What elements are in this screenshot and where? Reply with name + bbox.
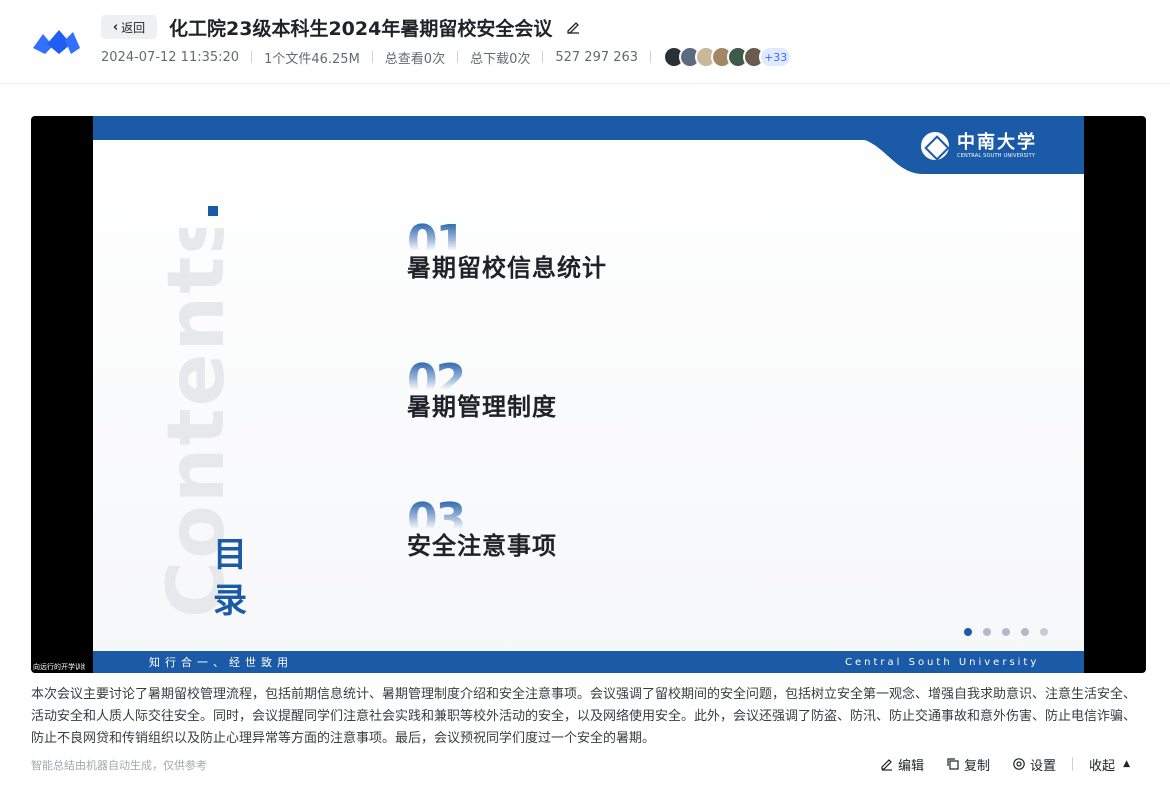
- settings-button[interactable]: 设置: [1012, 755, 1056, 774]
- chevron-left-icon: ‹: [112, 19, 119, 35]
- toc-text: 暑期管理制度: [407, 393, 557, 421]
- university-emblem-icon: [919, 130, 951, 162]
- divider: [371, 51, 373, 63]
- copy-label: 复制: [964, 758, 991, 774]
- meta-downloads: 总下载0次: [470, 51, 531, 67]
- university-logo: 中南大学 CENTRAL SOUTH UNIVERSITY: [919, 128, 1049, 164]
- university-name-cn: 中南大学: [957, 131, 1037, 153]
- divider: [1072, 757, 1074, 771]
- back-button[interactable]: ‹ 返回: [101, 15, 157, 39]
- header: ‹ 返回 化工院23级本科生2024年暑期留校安全会议 2024-07-12 1…: [0, 0, 1170, 84]
- pagination-dot: [1021, 628, 1029, 636]
- slide-pagination: [964, 628, 1048, 636]
- back-button-label: 返回: [121, 20, 146, 35]
- meta-files: 1个文件46.25M: [264, 51, 360, 67]
- edit-title-icon[interactable]: [565, 19, 581, 35]
- meta-views: 总查看0次: [384, 51, 446, 67]
- divider: [542, 51, 544, 63]
- copy-button[interactable]: 复制: [946, 755, 990, 774]
- video-player[interactable]: 中南大学 CENTRAL SOUTH UNIVERSITY Contents 目…: [31, 116, 1146, 673]
- collapse-button[interactable]: 收起 ▲: [1089, 755, 1130, 774]
- ai-summary-text: 本次会议主要讨论了暑期留校管理流程，包括前期信息统计、暑期管理制度介绍和安全注意…: [31, 687, 1137, 746]
- settings-label: 设置: [1030, 758, 1057, 774]
- slide-motto: 知行合一、经世致用: [149, 656, 293, 669]
- slide-heading-mulu: 目录: [213, 535, 247, 621]
- pagination-dot: [1040, 628, 1048, 636]
- more-viewers-badge[interactable]: +33: [759, 46, 793, 68]
- meta-datetime: 2024-07-12 11:35:20: [101, 49, 240, 65]
- slide-bottom-band: 知行合一、经世致用 Central South University: [93, 651, 1084, 673]
- toc-text: 安全注意事项: [407, 532, 557, 560]
- gear-icon: [1013, 758, 1025, 770]
- summary-disclaimer: 智能总结由机器自动生成，仅供参考: [31, 759, 207, 772]
- copy-icon: [947, 758, 959, 770]
- pencil-icon: [881, 759, 892, 771]
- collapse-label: 收起: [1089, 758, 1116, 774]
- viewer-avatars[interactable]: +33: [663, 46, 793, 68]
- pagination-dot: [983, 628, 991, 636]
- edit-button[interactable]: 编辑: [880, 755, 924, 774]
- caret-up-icon: ▲: [1123, 759, 1130, 769]
- toc-text: 暑期留校信息统计: [407, 254, 607, 282]
- meta-bar: 2024-07-12 11:35:20 1个文件46.25M 总查看0次 总下载…: [101, 46, 793, 68]
- summary-actions: 编辑 复制 设置 收起 ▲: [880, 754, 1130, 774]
- divider: [457, 51, 459, 63]
- meta-code[interactable]: 527 297 263: [555, 50, 638, 65]
- presentation-slide: 中南大学 CENTRAL SOUTH UNIVERSITY Contents 目…: [93, 116, 1084, 673]
- accent-square: [208, 206, 218, 216]
- video-source-tag: 向远行的开学训练: [33, 662, 85, 672]
- pagination-dot: [964, 628, 972, 636]
- edit-label: 编辑: [898, 758, 925, 774]
- divider: [251, 51, 253, 63]
- university-name-en-small: CENTRAL SOUTH UNIVERSITY: [957, 152, 1036, 159]
- divider: [650, 51, 652, 63]
- app-logo-icon[interactable]: [31, 26, 81, 56]
- page-title: 化工院23级本科生2024年暑期留校安全会议: [169, 18, 553, 40]
- slide-university-en: Central South University: [845, 656, 1040, 668]
- pagination-dot: [1002, 628, 1010, 636]
